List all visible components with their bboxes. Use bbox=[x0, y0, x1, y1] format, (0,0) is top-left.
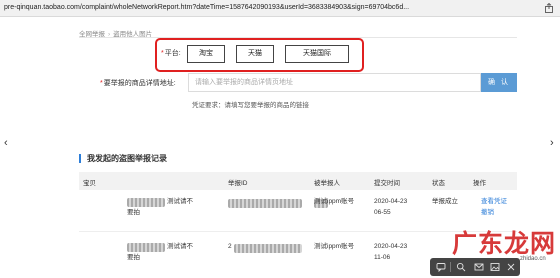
status-text: 举报成立 bbox=[432, 198, 458, 205]
submit-time: 2020-04-23 bbox=[374, 243, 408, 250]
required-mark: * bbox=[100, 80, 103, 87]
platform-label: *平台: bbox=[161, 50, 181, 57]
records-title: 我发起的盗图举报记录 bbox=[79, 154, 167, 163]
item-title-text-line2: 要拍 bbox=[127, 209, 140, 216]
floating-toolbar bbox=[430, 258, 520, 276]
item-title-text: 测试请不 bbox=[167, 198, 193, 205]
column-header-report-id: 举报ID bbox=[228, 180, 248, 187]
mail-icon[interactable] bbox=[474, 262, 484, 272]
submit-time-line2: 11-06 bbox=[374, 254, 391, 261]
item-title-redacted bbox=[127, 198, 165, 207]
view-evidence-link[interactable]: 查看凭证 bbox=[481, 196, 507, 207]
search-icon[interactable] bbox=[456, 262, 466, 272]
revoke-link[interactable]: 撤销 bbox=[481, 207, 494, 218]
item-title-text-line2: 要拍 bbox=[127, 254, 140, 261]
platform-option-tmall[interactable]: 天猫 bbox=[236, 45, 274, 63]
left-arrow-icon[interactable]: ‹ bbox=[4, 137, 8, 149]
close-icon[interactable] bbox=[506, 262, 516, 272]
comment-icon[interactable] bbox=[436, 262, 446, 272]
link-label: *要举报的商品详情地址: bbox=[100, 80, 176, 87]
link-hint: 凭证要求：请填写您要举报的商品的链接 bbox=[192, 102, 309, 109]
right-arrow-icon[interactable]: › bbox=[550, 137, 554, 149]
watermark-sub: zhidao.cn bbox=[520, 256, 546, 262]
url-text[interactable]: pre-qinquan.taobao.com/complaint/wholeNe… bbox=[4, 4, 409, 11]
reported-user: 测试ippm账号 bbox=[314, 198, 355, 205]
product-link-input[interactable]: 请输入要举报的商品详情页地址 bbox=[188, 73, 481, 92]
column-header-action: 操作 bbox=[473, 180, 486, 187]
report-id-redacted bbox=[234, 244, 302, 253]
column-header-item: 宝贝 bbox=[83, 180, 96, 187]
platform-option-tmall-global[interactable]: 天猫国际 bbox=[285, 45, 349, 63]
required-mark: * bbox=[161, 50, 164, 57]
share-icon[interactable] bbox=[544, 3, 554, 13]
image-icon[interactable] bbox=[490, 262, 500, 272]
browser-url-bar[interactable]: pre-qinquan.taobao.com/complaint/wholeNe… bbox=[0, 0, 560, 17]
reported-user: 测试ippm账号 bbox=[314, 243, 355, 250]
submit-time-line2: 06-55 bbox=[374, 209, 391, 216]
table-header: 宝贝 举报ID 被举报人 提交时间 状态 操作 bbox=[79, 172, 517, 190]
report-id-redacted bbox=[228, 199, 302, 208]
platform-option-taobao[interactable]: 淘宝 bbox=[187, 45, 225, 63]
column-header-status: 状态 bbox=[432, 180, 445, 187]
column-header-time: 提交时间 bbox=[374, 180, 400, 187]
submit-time: 2020-04-23 bbox=[374, 198, 408, 205]
column-header-reported: 被举报人 bbox=[314, 180, 340, 187]
report-id: 2 bbox=[228, 243, 232, 250]
watermark-logo: 广东龙网 bbox=[452, 229, 557, 258]
item-title-text: 测试请不 bbox=[167, 243, 193, 250]
item-title-redacted bbox=[127, 243, 165, 252]
toolbar-separator bbox=[450, 262, 451, 272]
confirm-button[interactable]: 确 认 bbox=[481, 73, 517, 92]
